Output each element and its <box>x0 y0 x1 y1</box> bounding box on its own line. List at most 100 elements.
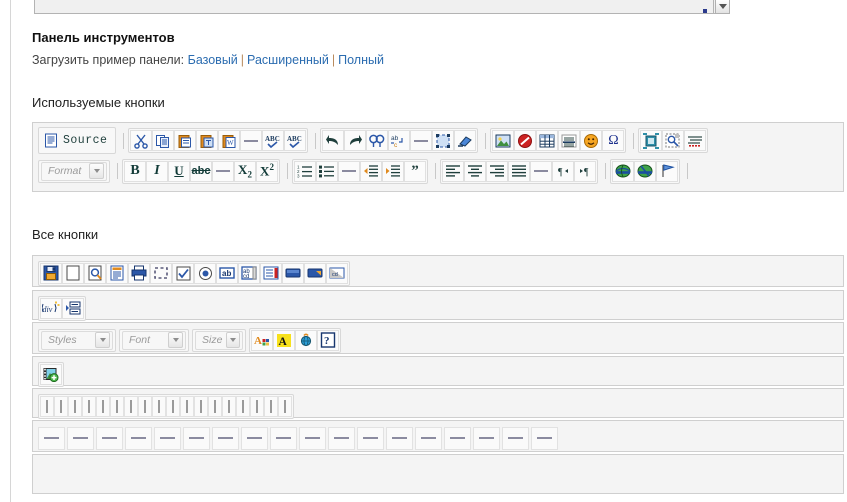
print-icon[interactable] <box>128 262 150 284</box>
superscript-icon[interactable]: X2 <box>256 160 278 182</box>
separator-button[interactable] <box>250 395 264 417</box>
all-buttons-toolbar-row-7-empty[interactable] <box>32 454 844 494</box>
separator-button[interactable] <box>208 395 222 417</box>
chevron-down-icon[interactable] <box>715 0 730 14</box>
page-break-icon[interactable] <box>640 130 663 151</box>
align-justify-icon[interactable] <box>508 160 530 182</box>
horizontal-rule-button[interactable] <box>241 426 268 450</box>
indent-icon[interactable] <box>382 160 404 182</box>
horizontal-rule-button[interactable] <box>270 426 297 450</box>
horizontal-rule-button[interactable] <box>531 426 558 450</box>
background-color-icon[interactable]: A <box>273 329 295 351</box>
cut-off-textarea[interactable] <box>34 0 714 14</box>
horizontal-rule-button[interactable] <box>96 426 123 450</box>
hidden-field-icon[interactable]: cd <box>326 262 348 284</box>
separator-button[interactable] <box>166 395 180 417</box>
text-direction-ltr-icon[interactable]: ¶ <box>574 160 596 182</box>
horizontal-rule-button[interactable] <box>444 426 471 450</box>
all-buttons-toolbar-row-3[interactable]: Styles Font Size A A ? <box>32 322 844 354</box>
all-buttons-toolbar-row-2[interactable]: div <box>32 290 844 321</box>
find-icon[interactable] <box>366 130 389 151</box>
styles-select[interactable]: Styles <box>41 330 113 350</box>
spell-check-scayt-icon[interactable]: ABC <box>284 130 307 151</box>
horizontal-rule-button[interactable] <box>183 426 210 450</box>
all-buttons-toolbar-row-1[interactable]: ab ab cd cd <box>32 255 844 287</box>
text-direction-rtl-icon[interactable]: ¶ <box>552 160 574 182</box>
source-button[interactable]: Source <box>40 129 114 152</box>
remove-format-icon[interactable] <box>454 130 477 151</box>
special-character-icon[interactable]: Ω <box>602 130 625 151</box>
horizontal-rule-icon[interactable] <box>240 130 263 151</box>
horizontal-rule-button[interactable] <box>38 426 65 450</box>
blockquote-icon[interactable]: ” <box>404 160 426 182</box>
separator-button[interactable] <box>194 395 208 417</box>
add-media-icon[interactable] <box>40 363 62 385</box>
chevron-down-icon[interactable] <box>168 332 183 348</box>
preview-icon[interactable] <box>84 262 106 284</box>
horizontal-rule-button[interactable] <box>357 426 384 450</box>
all-buttons-toolbar-row-5[interactable] <box>32 388 844 419</box>
all-buttons-toolbar-row-4[interactable] <box>32 356 844 387</box>
unlink-icon[interactable] <box>634 160 656 182</box>
separator-button[interactable] <box>54 395 68 417</box>
align-left-icon[interactable] <box>442 160 464 182</box>
underline-icon[interactable]: U <box>168 160 190 182</box>
font-size-select[interactable]: Size <box>195 330 243 350</box>
separator-button[interactable] <box>180 395 194 417</box>
new-page-icon[interactable] <box>62 262 84 284</box>
text-field-icon[interactable]: ab <box>216 262 238 284</box>
separator-button[interactable] <box>236 395 250 417</box>
sample-link-full[interactable]: Полный <box>338 53 384 67</box>
separator-button[interactable] <box>110 395 124 417</box>
used-buttons-toolbar[interactable]: Source W ABC ABC ab c Ω Format B I U abc… <box>32 122 844 192</box>
text-color-icon[interactable]: A <box>251 329 273 351</box>
align-center-icon[interactable] <box>464 160 486 182</box>
horizontal-rule-icon[interactable] <box>338 160 360 182</box>
horizontal-rule-icon[interactable] <box>530 160 552 182</box>
sample-link-basic[interactable]: Базовый <box>188 53 238 67</box>
font-select[interactable]: Font <box>122 330 186 350</box>
about-icon[interactable] <box>295 329 317 351</box>
horizontal-rule-button[interactable] <box>125 426 152 450</box>
separator-button[interactable] <box>152 395 166 417</box>
horizontal-rule-icon[interactable] <box>410 130 433 151</box>
separator-button[interactable] <box>68 395 82 417</box>
spell-check-icon[interactable]: ABC <box>262 130 285 151</box>
horizontal-rule-button[interactable] <box>328 426 355 450</box>
spell-check-as-you-type-icon[interactable] <box>684 130 707 151</box>
sample-link-advanced[interactable]: Расширенный <box>247 53 329 67</box>
radio-button-icon[interactable] <box>194 262 216 284</box>
image-icon[interactable] <box>492 130 515 151</box>
outdent-icon[interactable] <box>360 160 382 182</box>
horizontal-rule-button[interactable] <box>299 426 326 450</box>
all-buttons-toolbar-row-6[interactable] <box>32 420 844 452</box>
chevron-down-icon[interactable] <box>89 163 104 179</box>
separator-button[interactable] <box>222 395 236 417</box>
copy-icon[interactable] <box>152 130 175 151</box>
form-icon[interactable] <box>62 297 84 319</box>
button-icon[interactable] <box>282 262 304 284</box>
separator-button[interactable] <box>124 395 138 417</box>
horizontal-rule-button[interactable] <box>67 426 94 450</box>
separator-button[interactable] <box>278 395 292 417</box>
bold-icon[interactable]: B <box>124 160 146 182</box>
horizontal-rule-icon[interactable] <box>212 160 234 182</box>
separator-button[interactable] <box>82 395 96 417</box>
horizontal-rule-button[interactable] <box>473 426 500 450</box>
save-icon[interactable] <box>40 262 62 284</box>
undo-icon[interactable] <box>322 130 345 151</box>
bulleted-list-icon[interactable] <box>316 160 338 182</box>
italic-icon[interactable]: I <box>146 160 168 182</box>
image-button-icon[interactable] <box>304 262 326 284</box>
chevron-down-icon[interactable] <box>226 332 240 348</box>
table-icon[interactable] <box>536 130 559 151</box>
horizontal-line-icon[interactable] <box>558 130 581 151</box>
paste-icon[interactable] <box>174 130 197 151</box>
numbered-list-icon[interactable]: 1 2 3 <box>294 160 316 182</box>
create-div-icon[interactable]: div <box>40 297 62 319</box>
format-select[interactable]: Format <box>41 161 107 181</box>
chevron-down-icon[interactable] <box>95 332 110 348</box>
select-all-icon[interactable] <box>150 262 172 284</box>
select-all-icon[interactable] <box>432 130 455 151</box>
anchor-icon[interactable] <box>656 160 678 182</box>
